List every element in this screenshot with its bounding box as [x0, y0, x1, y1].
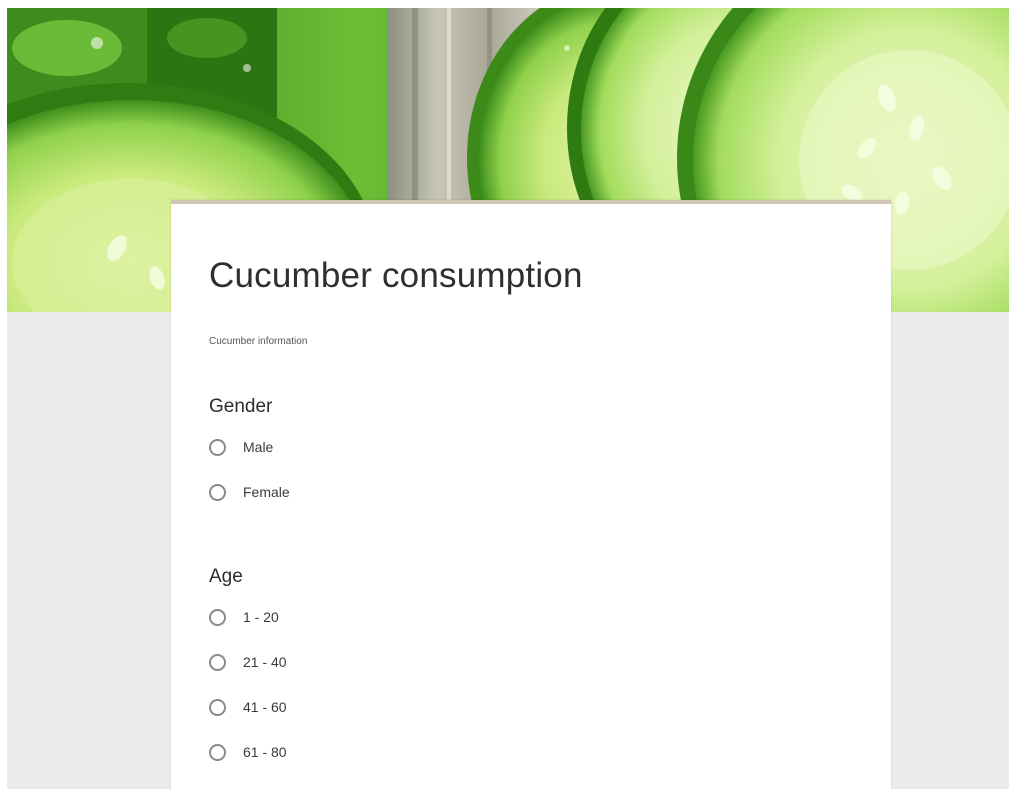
- question-title-gender: Gender: [209, 396, 273, 417]
- radio-unchecked-icon[interactable]: [209, 608, 226, 626]
- option-label: 61 - 80: [243, 744, 287, 760]
- option-label: 41 - 60: [243, 699, 287, 715]
- radio-option-age-41-60[interactable]: 41 - 60: [209, 696, 287, 718]
- form-page: Cucumber consumption Cucumber informatio…: [7, 8, 1009, 789]
- question-title-age: Age: [209, 566, 243, 587]
- radio-option-age-61-80[interactable]: 61 - 80: [209, 741, 287, 763]
- radio-unchecked-icon[interactable]: [209, 483, 226, 501]
- radio-unchecked-icon[interactable]: [209, 698, 226, 716]
- option-label: 21 - 40: [243, 654, 287, 670]
- option-label: Female: [243, 484, 290, 500]
- form-title: Cucumber consumption: [209, 256, 583, 295]
- option-label: 1 - 20: [243, 609, 279, 625]
- radio-option-age-21-40[interactable]: 21 - 40: [209, 651, 287, 673]
- radio-unchecked-icon[interactable]: [209, 653, 226, 671]
- radio-unchecked-icon[interactable]: [209, 743, 226, 761]
- radio-option-age-1-20[interactable]: 1 - 20: [209, 606, 279, 628]
- form-card: Cucumber consumption Cucumber informatio…: [171, 200, 891, 789]
- radio-option-female[interactable]: Female: [209, 481, 290, 503]
- form-description: Cucumber information: [209, 336, 308, 347]
- radio-unchecked-icon[interactable]: [209, 438, 226, 456]
- option-label: Male: [243, 439, 274, 455]
- radio-option-male[interactable]: Male: [209, 436, 273, 458]
